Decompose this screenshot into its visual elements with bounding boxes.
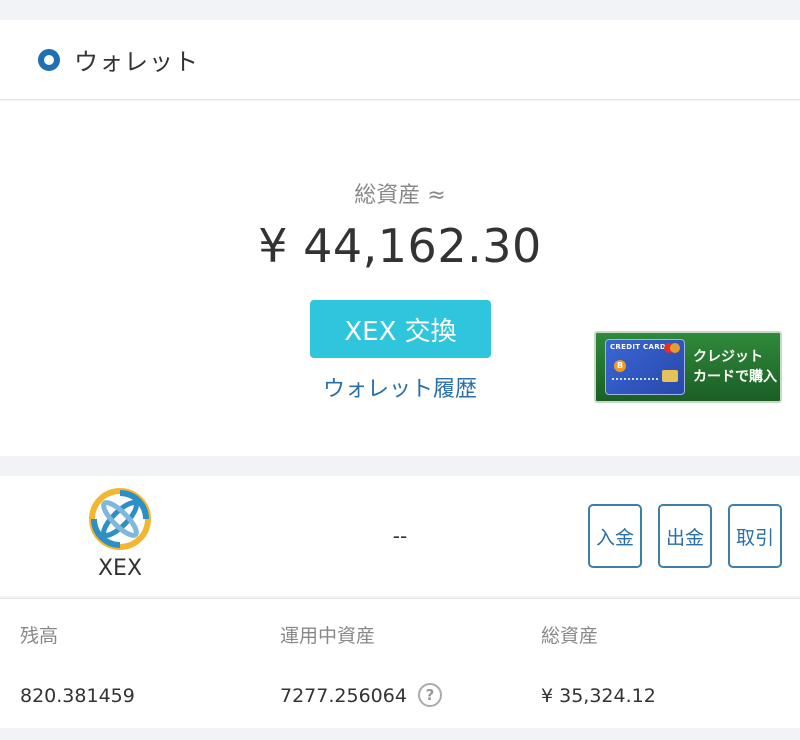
xex-exchange-button[interactable]: XEX 交換	[310, 300, 491, 358]
credit-card-label: CREDIT CARD	[610, 343, 666, 351]
bitcoin-icon: B	[614, 360, 626, 372]
balance-details: 残高 運用中資産 総資産 820.381459 7277.256064 ? ¥ …	[0, 598, 800, 728]
total-assets-value: ¥ 44,162.30	[258, 219, 542, 273]
withdraw-button[interactable]: 出金	[658, 504, 712, 568]
question-icon[interactable]: ?	[418, 683, 442, 707]
coin-change-value: --	[392, 524, 408, 548]
banner-line-2: カードで購入	[693, 369, 777, 385]
wallet-page: ウォレット 総資産 ≈ ¥ 44,162.30 XEX 交換 ウォレット履歴 C…	[0, 0, 800, 740]
credit-card-purchase-banner[interactable]: CREDIT CARD B クレジット カードで購入	[594, 331, 782, 403]
total-assets-summary: 総資産 ≈ ¥ 44,162.30 XEX 交換 ウォレット履歴 CREDIT …	[0, 101, 800, 456]
balance-label: 残高	[20, 625, 59, 647]
page-header: ウォレット	[0, 20, 800, 100]
banner-text: クレジット カードで購入	[693, 347, 777, 387]
balance-value: 820.381459	[20, 685, 135, 707]
card-brand-logo-orange	[670, 343, 680, 353]
card-number-dots	[612, 378, 658, 382]
wallet-ring-icon	[38, 48, 60, 71]
card-chip-icon	[662, 370, 678, 382]
banner-line-1: クレジット	[693, 349, 763, 365]
xex-logo-icon	[89, 488, 151, 550]
deposit-button[interactable]: 入金	[588, 504, 642, 568]
page-title: ウォレット	[74, 48, 199, 76]
invested-assets-label: 運用中資産	[280, 625, 376, 647]
coin-total-assets-value: ¥ 35,324.12	[541, 685, 656, 707]
coin-total-assets-label: 総資産	[541, 625, 599, 647]
total-assets-label: 総資産 ≈	[354, 183, 446, 208]
credit-card-icon: CREDIT CARD B	[605, 339, 685, 395]
coin-row-xex: XEX -- 入金 出金 取引	[0, 476, 800, 596]
trade-button[interactable]: 取引	[728, 504, 782, 568]
invested-assets-value: 7277.256064	[280, 685, 407, 707]
coin-name: XEX	[97, 556, 143, 581]
